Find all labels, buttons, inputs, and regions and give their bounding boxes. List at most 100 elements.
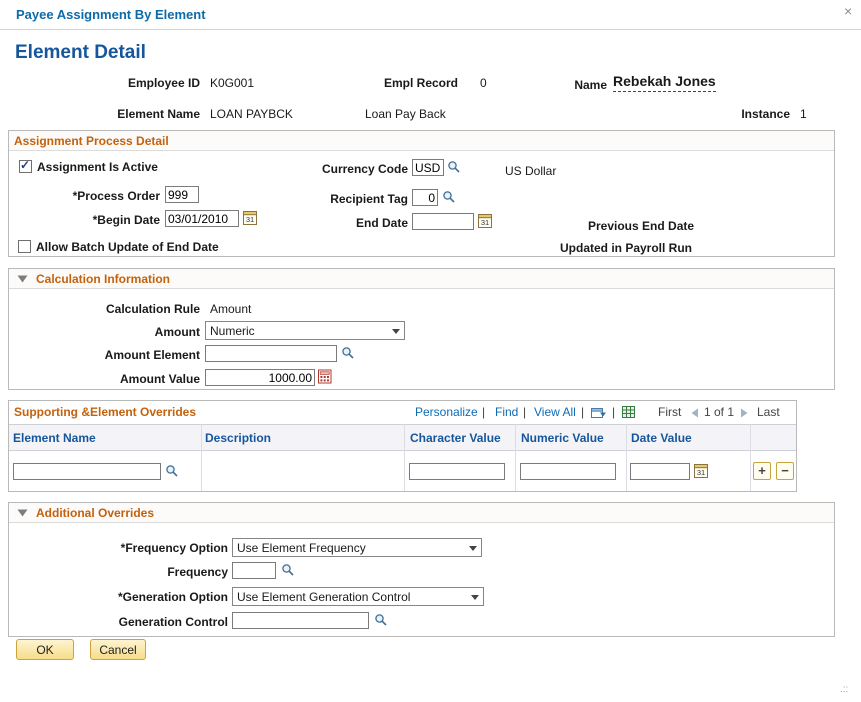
grid-column-divider: [201, 424, 202, 491]
title-divider: [0, 29, 861, 30]
empl-record-value: 0: [480, 76, 487, 90]
dropdown-arrow-icon: [471, 595, 479, 600]
column-header-character-value: Character Value: [410, 431, 501, 445]
personalize-link[interactable]: Personalize: [415, 405, 478, 419]
grid-column-divider: [750, 424, 751, 491]
view-all-link[interactable]: View All: [534, 405, 576, 419]
previous-end-date-label: Previous End Date: [588, 219, 695, 233]
frequency-input[interactable]: [232, 562, 276, 579]
first-link[interactable]: First: [658, 405, 681, 419]
page-indicator: 1 of 1: [704, 405, 735, 419]
instance-value: 1: [800, 107, 807, 121]
ok-button[interactable]: OK: [16, 639, 74, 660]
page-title: Element Detail: [15, 42, 146, 63]
amount-type-value: Numeric: [210, 324, 255, 338]
assignment-active-checkbox[interactable]: [19, 158, 32, 173]
element-name-label: Element Name: [117, 107, 200, 121]
recipient-tag-input[interactable]: [412, 189, 438, 206]
column-header-date-value: Date Value: [631, 431, 692, 445]
additional-section-title: Additional Overrides: [36, 506, 155, 520]
generation-option-select[interactable]: Use Element Generation Control: [232, 587, 484, 606]
grid-separator: |: [482, 405, 486, 419]
generation-option-value: Use Element Generation Control: [237, 590, 411, 604]
element-code-value: LOAN PAYBCK: [210, 107, 293, 121]
generation-option-label: *Generation Option: [117, 590, 228, 604]
amount-type-select[interactable]: Numeric: [205, 321, 405, 340]
name-label: Name: [574, 78, 607, 92]
generation-control-lookup-icon[interactable]: [374, 613, 388, 627]
grid-separator: |: [612, 405, 616, 419]
column-header-description: Description: [205, 431, 272, 445]
overrides-grid-title: Supporting &Element Overrides: [14, 405, 197, 419]
collapse-additional-icon[interactable]: [17, 509, 28, 517]
element-description-value: Loan Pay Back: [365, 107, 446, 121]
close-icon[interactable]: ×: [844, 3, 852, 19]
dropdown-arrow-icon: [392, 329, 400, 334]
frequency-option-label: *Frequency Option: [120, 541, 228, 555]
grid-column-divider: [404, 424, 405, 491]
grid-column-divider: [515, 424, 516, 491]
currency-lookup-icon[interactable]: [447, 160, 461, 174]
download-grid-icon[interactable]: [622, 406, 636, 419]
row-character-value-input[interactable]: [409, 463, 505, 480]
currency-code-input[interactable]: [412, 159, 444, 176]
calculation-rule-value: Amount: [210, 302, 252, 316]
generation-control-input[interactable]: [232, 612, 369, 629]
find-link[interactable]: Find: [495, 405, 518, 419]
calculation-section-title: Calculation Information: [36, 272, 171, 286]
add-row-button[interactable]: +: [753, 462, 771, 480]
svg-text:31: 31: [246, 215, 254, 224]
amount-element-label: Amount Element: [104, 348, 200, 362]
row-date-value-input[interactable]: [630, 463, 690, 480]
assignment-section-title: Assignment Process Detail: [14, 134, 169, 148]
frequency-option-select[interactable]: Use Element Frequency: [232, 538, 482, 557]
end-date-label: End Date: [355, 216, 408, 230]
recipient-tag-label: Recipient Tag: [330, 192, 408, 206]
resize-handle[interactable]: .::: [840, 684, 848, 695]
cancel-button[interactable]: Cancel: [90, 639, 146, 660]
assignment-active-label: Assignment Is Active: [37, 160, 158, 174]
frequency-option-value: Use Element Frequency: [237, 541, 366, 555]
previous-page-icon[interactable]: [690, 408, 699, 418]
allow-batch-update-label: Allow Batch Update of End Date: [36, 240, 219, 254]
window-title: Payee Assignment By Element: [16, 7, 206, 22]
begin-date-label: *Begin Date: [92, 213, 160, 227]
employee-id-label: Employee ID: [127, 76, 200, 90]
end-date-input[interactable]: [412, 213, 474, 230]
employee-name-value: Rebekah Jones: [613, 73, 716, 92]
process-order-input[interactable]: [165, 186, 199, 203]
amount-value-calculator-icon[interactable]: [318, 369, 332, 384]
amount-value-input[interactable]: [205, 369, 315, 386]
row-date-calendar-icon[interactable]: 31: [694, 463, 708, 478]
empl-record-label: Empl Record: [383, 76, 458, 90]
begin-date-calendar-icon[interactable]: 31: [243, 210, 257, 225]
begin-date-input[interactable]: [165, 210, 239, 227]
zoom-grid-icon[interactable]: [591, 406, 607, 420]
collapse-calculation-icon[interactable]: [17, 275, 28, 283]
column-header-numeric-value: Numeric Value: [521, 431, 604, 445]
dropdown-arrow-icon: [469, 546, 477, 551]
last-link[interactable]: Last: [757, 405, 780, 419]
frequency-lookup-icon[interactable]: [281, 563, 295, 577]
end-date-calendar-icon[interactable]: 31: [478, 213, 492, 228]
currency-code-label: Currency Code: [321, 162, 408, 176]
amount-element-input[interactable]: [205, 345, 337, 362]
svg-text:31: 31: [481, 218, 489, 227]
row-element-name-lookup-icon[interactable]: [165, 464, 179, 478]
calculation-rule-label: Calculation Rule: [105, 302, 200, 316]
process-order-label: *Process Order: [72, 189, 160, 203]
row-element-name-input[interactable]: [13, 463, 161, 480]
employee-id-value: K0G001: [210, 76, 255, 90]
next-page-icon[interactable]: [740, 408, 749, 418]
recipient-tag-lookup-icon[interactable]: [442, 190, 456, 204]
delete-row-button[interactable]: −: [776, 462, 794, 480]
allow-batch-update-checkbox[interactable]: [18, 240, 31, 253]
row-numeric-value-input[interactable]: [520, 463, 616, 480]
frequency-label: Frequency: [167, 565, 228, 579]
grid-separator: |: [581, 405, 585, 419]
column-header-element-name: Element Name: [13, 431, 96, 445]
currency-description: US Dollar: [505, 164, 557, 178]
svg-text:31: 31: [697, 468, 705, 477]
amount-element-lookup-icon[interactable]: [341, 346, 355, 360]
generation-control-label: Generation Control: [118, 615, 228, 629]
